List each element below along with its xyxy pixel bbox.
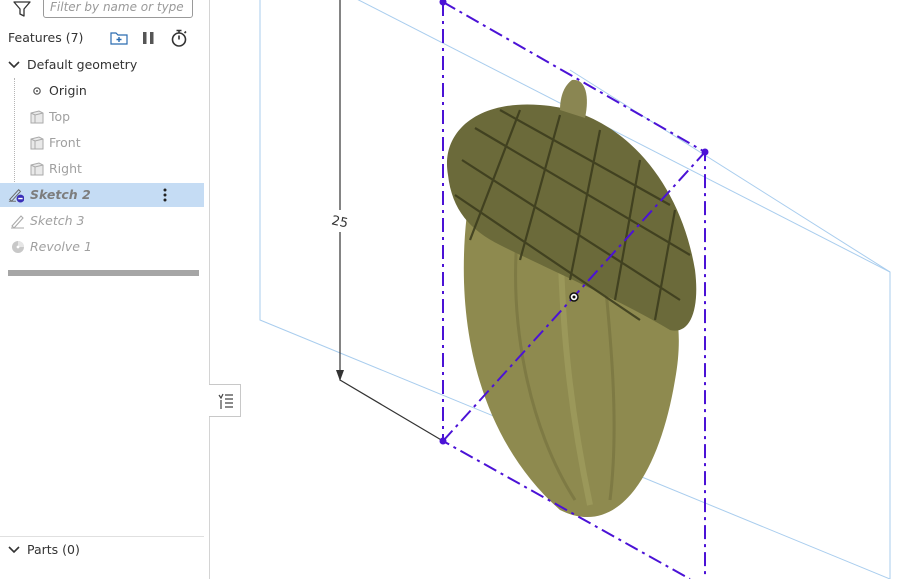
tree-item-plane-front[interactable]: Front bbox=[0, 131, 204, 155]
plane-front-label: Front bbox=[49, 135, 81, 150]
default-geometry-label: Default geometry bbox=[27, 57, 138, 72]
viewport-canvas[interactable]: 25 bbox=[210, 0, 899, 580]
origin-label: Origin bbox=[49, 83, 87, 98]
stopwatch-icon[interactable] bbox=[168, 28, 190, 48]
pause-icon[interactable] bbox=[138, 28, 160, 48]
sketch-3-label: Sketch 3 bbox=[30, 213, 85, 228]
tree-item-plane-top[interactable]: Top bbox=[0, 105, 204, 129]
tree-item-plane-right[interactable]: Right bbox=[0, 157, 204, 181]
feature-tree-panel: Features (7) Default geometry Origin bbox=[0, 0, 210, 579]
tree-item-origin[interactable]: Origin bbox=[0, 79, 204, 103]
features-title: Features (7) bbox=[8, 30, 84, 45]
add-folder-icon[interactable] bbox=[108, 28, 130, 48]
tree-item-revolve-1[interactable]: Revolve 1 bbox=[0, 235, 204, 259]
rollback-bar[interactable] bbox=[8, 270, 199, 276]
chevron-down-icon[interactable] bbox=[6, 542, 22, 558]
origin-icon bbox=[33, 87, 41, 95]
revolve-1-label: Revolve 1 bbox=[30, 239, 92, 254]
plane-icon bbox=[30, 136, 44, 150]
tree-item-default-geometry[interactable]: Default geometry bbox=[0, 53, 204, 77]
parts-label: Parts (0) bbox=[27, 542, 80, 557]
plane-icon bbox=[30, 162, 44, 176]
filter-input[interactable] bbox=[43, 0, 193, 18]
plane-top-label: Top bbox=[49, 109, 71, 124]
tree-item-sketch-3[interactable]: Sketch 3 bbox=[0, 209, 204, 233]
sketch-error-icon bbox=[8, 188, 24, 203]
sketch-2-label: Sketch 2 bbox=[30, 187, 91, 202]
parts-divider bbox=[0, 536, 204, 537]
plane-icon bbox=[30, 110, 44, 124]
filter-row bbox=[0, 0, 209, 24]
graphics-viewport[interactable]: 25 bbox=[210, 0, 899, 580]
dimension-25[interactable]: 25 bbox=[330, 0, 444, 442]
features-header: Features (7) bbox=[0, 26, 209, 50]
sketch-icon bbox=[11, 215, 24, 229]
more-options-icon[interactable] bbox=[157, 187, 173, 203]
tree-item-sketch-2[interactable]: Sketch 2 bbox=[0, 183, 204, 207]
plane-right-label: Right bbox=[49, 161, 82, 176]
chevron-down-icon[interactable] bbox=[6, 57, 22, 73]
filter-icon[interactable] bbox=[11, 0, 33, 18]
parts-section[interactable]: Parts (0) bbox=[0, 538, 204, 562]
revolve-icon bbox=[12, 241, 24, 253]
